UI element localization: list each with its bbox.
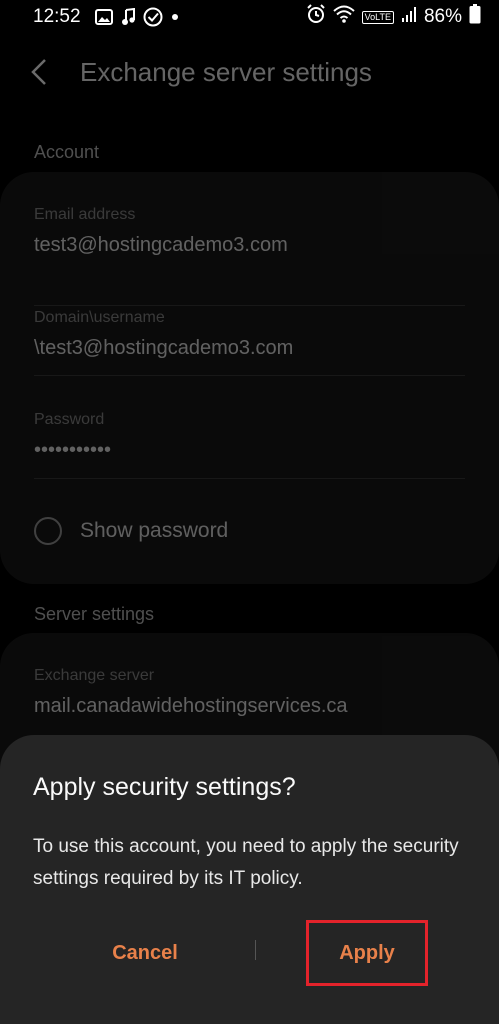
email-value[interactable]: test3@hostingcademo3.com	[34, 234, 465, 257]
show-password-toggle[interactable]: Show password	[34, 517, 228, 545]
password-field[interactable]: Password •••••••••••	[34, 411, 465, 479]
exchange-server-field[interactable]: Exchange server mail.canadawidehostingse…	[34, 667, 465, 718]
exchange-server-label: Exchange server	[34, 667, 155, 684]
domain-username-label: Domain\username	[34, 309, 165, 326]
domain-username-value[interactable]: \test3@hostingcademo3.com	[34, 337, 465, 360]
domain-username-field[interactable]: Domain\username \test3@hostingcademo3.co…	[34, 309, 465, 376]
show-password-label: Show password	[80, 519, 229, 542]
divider	[34, 305, 465, 306]
email-field[interactable]: Email address test3@hostingcademo3.com	[34, 206, 465, 306]
password-value[interactable]: •••••••••••	[34, 439, 465, 462]
divider	[34, 375, 465, 376]
chevron-left-icon	[31, 59, 46, 85]
dialog-title: Apply security settings?	[33, 773, 296, 801]
account-section-label: Account	[34, 142, 100, 162]
security-settings-dialog: Apply security settings? To use this acc…	[0, 735, 499, 1024]
dialog-message: To use this account, you need to apply t…	[33, 836, 459, 889]
exchange-server-value[interactable]: mail.canadawidehostingservices.ca	[34, 695, 465, 718]
show-password-radio[interactable]	[34, 517, 62, 545]
button-divider	[255, 940, 256, 960]
account-card: Email address test3@hostingcademo3.com D…	[0, 172, 499, 584]
back-button[interactable]	[30, 50, 56, 94]
apply-button[interactable]: Apply	[306, 920, 428, 986]
page-title: Exchange server settings	[80, 56, 372, 87]
password-label: Password	[34, 411, 105, 428]
app-bar: Exchange server settings	[30, 50, 372, 94]
cancel-button[interactable]: Cancel	[80, 920, 210, 986]
email-label: Email address	[34, 206, 136, 223]
server-section-label: Server settings	[34, 604, 155, 624]
divider	[34, 478, 465, 479]
